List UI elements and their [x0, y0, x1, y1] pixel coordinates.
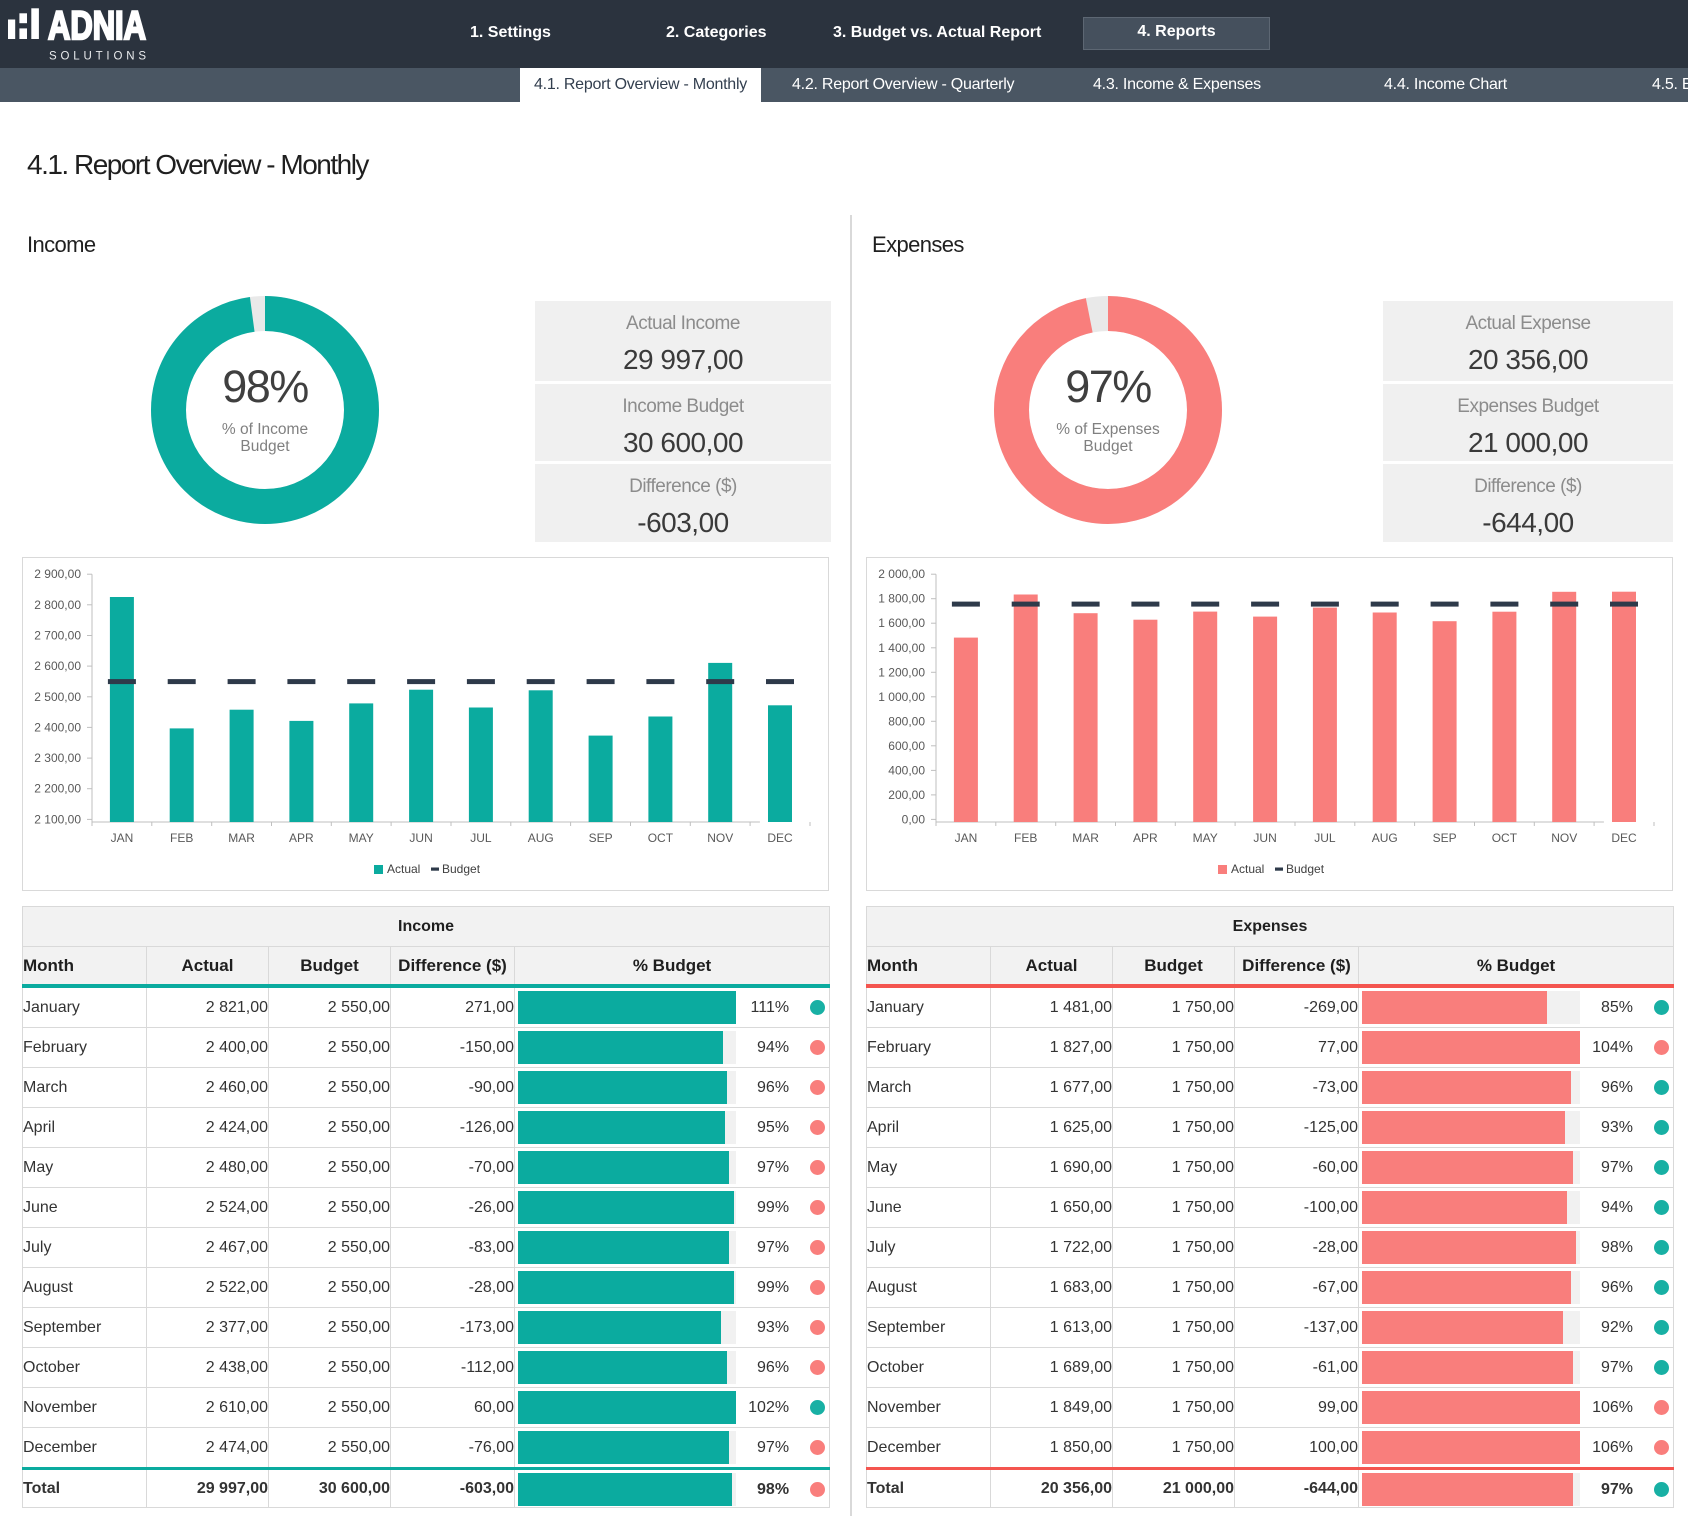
svg-text:AUG: AUG [1372, 831, 1398, 845]
svg-text:JAN: JAN [111, 831, 134, 845]
svg-text:1 000,00: 1 000,00 [878, 690, 925, 704]
svg-text:SEP: SEP [589, 831, 613, 845]
svg-text:Actual: Actual [387, 862, 420, 876]
svg-text:0,00: 0,00 [902, 812, 926, 826]
svg-text:JUL: JUL [470, 831, 492, 845]
svg-text:2 100,00: 2 100,00 [34, 812, 81, 826]
svg-text:DEC: DEC [1611, 831, 1637, 845]
svg-text:200,00: 200,00 [888, 788, 925, 802]
svg-text:2 200,00: 2 200,00 [34, 782, 81, 796]
svg-text:SEP: SEP [1433, 831, 1457, 845]
svg-text:AUG: AUG [528, 831, 554, 845]
svg-text:FEB: FEB [1014, 831, 1037, 845]
svg-text:Budget: Budget [442, 862, 481, 876]
svg-text:2 300,00: 2 300,00 [34, 751, 81, 765]
svg-text:OCT: OCT [1492, 831, 1518, 845]
svg-text:2 600,00: 2 600,00 [34, 659, 81, 673]
svg-text:JUL: JUL [1314, 831, 1336, 845]
svg-text:FEB: FEB [170, 831, 193, 845]
svg-text:MAR: MAR [1072, 831, 1099, 845]
svg-text:SOLUTIONS: SOLUTIONS [49, 51, 146, 63]
svg-text:2 000,00: 2 000,00 [878, 567, 925, 581]
svg-text:NOV: NOV [707, 831, 733, 845]
svg-text:1 800,00: 1 800,00 [878, 592, 925, 606]
svg-text:2 800,00: 2 800,00 [34, 598, 81, 612]
svg-text:MAR: MAR [228, 831, 255, 845]
svg-text:Budget: Budget [1286, 862, 1325, 876]
svg-text:2 700,00: 2 700,00 [34, 629, 81, 643]
svg-text:2 400,00: 2 400,00 [34, 720, 81, 734]
svg-text:1 400,00: 1 400,00 [878, 641, 925, 655]
svg-text:800,00: 800,00 [888, 714, 925, 728]
svg-text:600,00: 600,00 [888, 739, 925, 753]
svg-text:1 200,00: 1 200,00 [878, 665, 925, 679]
svg-text:Actual: Actual [1231, 862, 1264, 876]
svg-text:MAY: MAY [1193, 831, 1218, 845]
svg-text:DEC: DEC [767, 831, 793, 845]
svg-text:OCT: OCT [648, 831, 674, 845]
svg-text:JAN: JAN [955, 831, 978, 845]
svg-text:MAY: MAY [349, 831, 374, 845]
svg-text:2 500,00: 2 500,00 [34, 690, 81, 704]
svg-text:400,00: 400,00 [888, 763, 925, 777]
svg-text:JUN: JUN [1253, 831, 1276, 845]
svg-text:APR: APR [1133, 831, 1158, 845]
svg-text:1 600,00: 1 600,00 [878, 616, 925, 630]
svg-text:JUN: JUN [409, 831, 432, 845]
svg-text:ADNIA: ADNIA [48, 4, 146, 48]
svg-text:APR: APR [289, 831, 314, 845]
svg-text:NOV: NOV [1551, 831, 1577, 845]
svg-text:2 900,00: 2 900,00 [34, 567, 81, 581]
